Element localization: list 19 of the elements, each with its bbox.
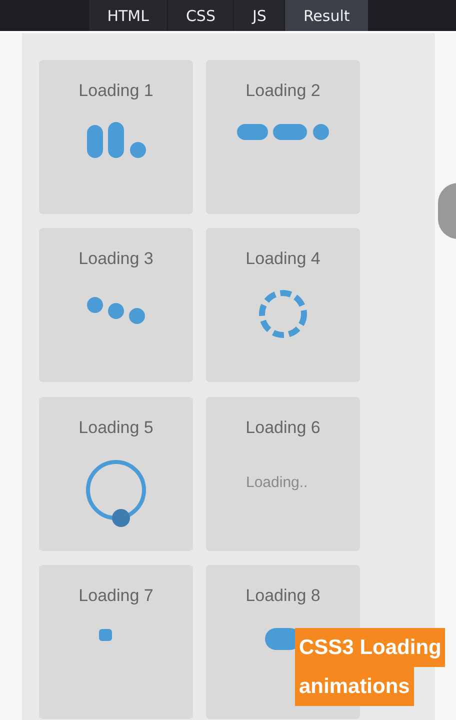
tab[interactable]: HTML: [89, 0, 168, 31]
dots-icon: [87, 297, 146, 326]
dashes-icon: [237, 124, 331, 141]
ring-icon: [86, 460, 148, 528]
dashed-ring-icon: [259, 290, 307, 338]
card-title: Loading 6: [246, 416, 320, 438]
card-title: Loading 8: [246, 584, 320, 607]
card-title: Loading 4: [246, 248, 320, 270]
card-title: Loading 7: [78, 584, 154, 607]
tab[interactable]: Result: [285, 0, 369, 31]
bars-and-dot-icon: [87, 122, 147, 159]
tab[interactable]: CSS: [168, 0, 234, 31]
loading-text: Loading..: [246, 474, 308, 490]
tab[interactable]: JS: [234, 0, 286, 31]
card-title: Loading 5: [78, 416, 154, 438]
card-title: Loading 1: [78, 80, 154, 102]
card-title: Loading 2: [246, 80, 320, 102]
square-icon: [99, 628, 112, 641]
card-title: Loading 3: [78, 248, 154, 270]
